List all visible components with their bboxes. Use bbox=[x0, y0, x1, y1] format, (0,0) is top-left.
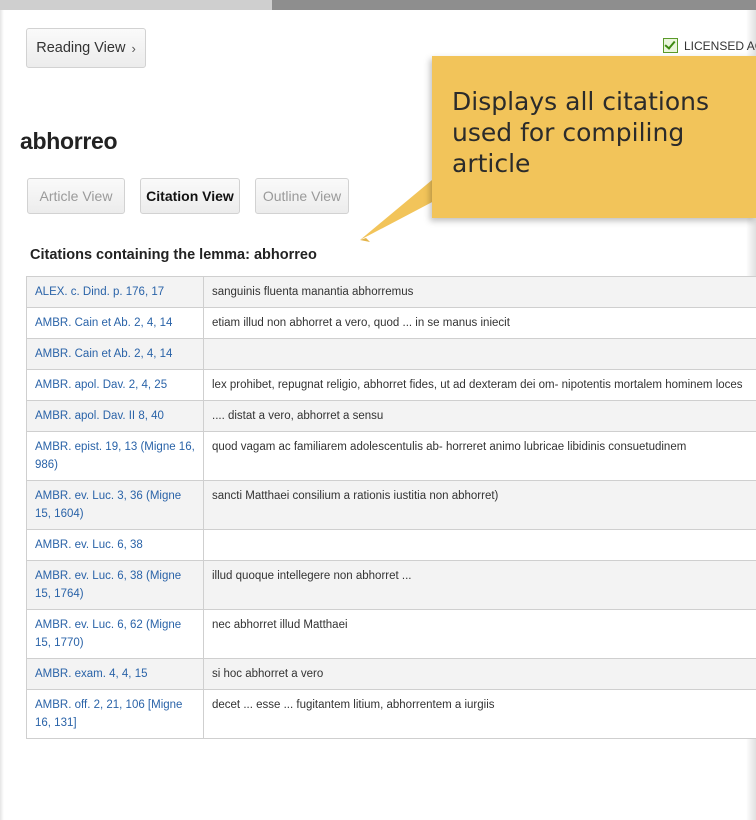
table-row: ALEX. c. Dind. p. 176, 17 sanguinis flue… bbox=[26, 276, 756, 308]
reading-view-label: Reading View bbox=[36, 40, 126, 56]
table-row: AMBR. Cain et Ab. 2, 4, 14 bbox=[26, 338, 756, 370]
citation-text: lex prohibet, repugnat religio, abhorret… bbox=[203, 369, 756, 401]
citation-text bbox=[203, 338, 756, 370]
check-icon bbox=[663, 38, 678, 53]
citation-source-link[interactable]: AMBR. exam. 4, 4, 15 bbox=[35, 668, 148, 680]
citation-text: illud quoque intellegere non abhorret ..… bbox=[203, 560, 756, 610]
citation-text: quod vagam ac familiarem adolescentulis … bbox=[203, 431, 756, 481]
callout-box: Displays all citations used for compilin… bbox=[432, 56, 756, 218]
citation-source-link[interactable]: AMBR. Cain et Ab. 2, 4, 14 bbox=[35, 348, 172, 360]
tab-article-view[interactable]: Article View bbox=[27, 178, 125, 214]
citation-source-link[interactable]: AMBR. off. 2, 21, 106 [Migne 16, 131] bbox=[35, 699, 182, 729]
top-tab bbox=[0, 0, 272, 10]
table-row: AMBR. exam. 4, 4, 15 si hoc abhorret a v… bbox=[26, 658, 756, 690]
page-title: abhorreo bbox=[20, 128, 118, 154]
citation-text: si hoc abhorret a vero bbox=[203, 658, 756, 690]
licensed-label: LICENSED AC bbox=[684, 38, 756, 53]
callout-text: Displays all citations used for compilin… bbox=[452, 87, 710, 178]
citation-source-link[interactable]: AMBR. epist. 19, 13 (Migne 16, 986) bbox=[35, 441, 195, 471]
table-row: AMBR. epist. 19, 13 (Migne 16, 986) quod… bbox=[26, 431, 756, 481]
citation-source-link[interactable]: ALEX. c. Dind. p. 176, 17 bbox=[35, 286, 164, 298]
citation-text: decet ... esse ... fugitantem litium, ab… bbox=[203, 689, 756, 739]
reading-view-button[interactable]: Reading View › bbox=[26, 28, 146, 68]
citation-source-link[interactable]: AMBR. ev. Luc. 6, 62 (Migne 15, 1770) bbox=[35, 619, 181, 649]
citation-text: etiam illud non abhorret a vero, quod ..… bbox=[203, 307, 756, 339]
citation-source-link[interactable]: AMBR. ev. Luc. 6, 38 (Migne 15, 1764) bbox=[35, 570, 181, 600]
table-row: AMBR. off. 2, 21, 106 [Migne 16, 131] de… bbox=[26, 689, 756, 739]
citation-source-link[interactable]: AMBR. ev. Luc. 3, 36 (Migne 15, 1604) bbox=[35, 490, 181, 520]
citation-text: .... distat a vero, abhorret a sensu bbox=[203, 400, 756, 432]
table-row: AMBR. ev. Luc. 6, 38 (Migne 15, 1764) il… bbox=[26, 560, 756, 610]
tab-citation-view[interactable]: Citation View bbox=[140, 178, 240, 214]
citation-text: sancti Matthaei consilium a rationis ius… bbox=[203, 480, 756, 530]
citation-text bbox=[203, 529, 756, 561]
chevron-right-icon: › bbox=[131, 40, 136, 56]
left-shadow bbox=[0, 10, 4, 820]
citations-heading: Citations containing the lemma: abhorreo bbox=[30, 247, 317, 263]
table-row: AMBR. ev. Luc. 3, 36 (Migne 15, 1604) sa… bbox=[26, 480, 756, 530]
citations-table: ALEX. c. Dind. p. 176, 17 sanguinis flue… bbox=[26, 276, 756, 739]
citation-source-link[interactable]: AMBR. apol. Dav. 2, 4, 25 bbox=[35, 379, 167, 391]
table-row: AMBR. Cain et Ab. 2, 4, 14 etiam illud n… bbox=[26, 307, 756, 339]
top-bar bbox=[0, 0, 756, 10]
citation-source-link[interactable]: AMBR. Cain et Ab. 2, 4, 14 bbox=[35, 317, 172, 329]
citation-text: sanguinis fluenta manantia abhorremus bbox=[203, 276, 756, 308]
table-row: AMBR. apol. Dav. 2, 4, 25 lex prohibet, … bbox=[26, 369, 756, 401]
citation-source-link[interactable]: AMBR. ev. Luc. 6, 38 bbox=[35, 539, 143, 551]
citation-source-link[interactable]: AMBR. apol. Dav. II 8, 40 bbox=[35, 410, 164, 422]
licensed-access-badge: LICENSED AC bbox=[663, 38, 756, 53]
table-row: AMBR. apol. Dav. II 8, 40 .... distat a … bbox=[26, 400, 756, 432]
table-row: AMBR. ev. Luc. 6, 62 (Migne 15, 1770) ne… bbox=[26, 609, 756, 659]
table-row: AMBR. ev. Luc. 6, 38 bbox=[26, 529, 756, 561]
citation-text: nec abhorret illud Matthaei bbox=[203, 609, 756, 659]
tab-outline-view[interactable]: Outline View bbox=[255, 178, 349, 214]
